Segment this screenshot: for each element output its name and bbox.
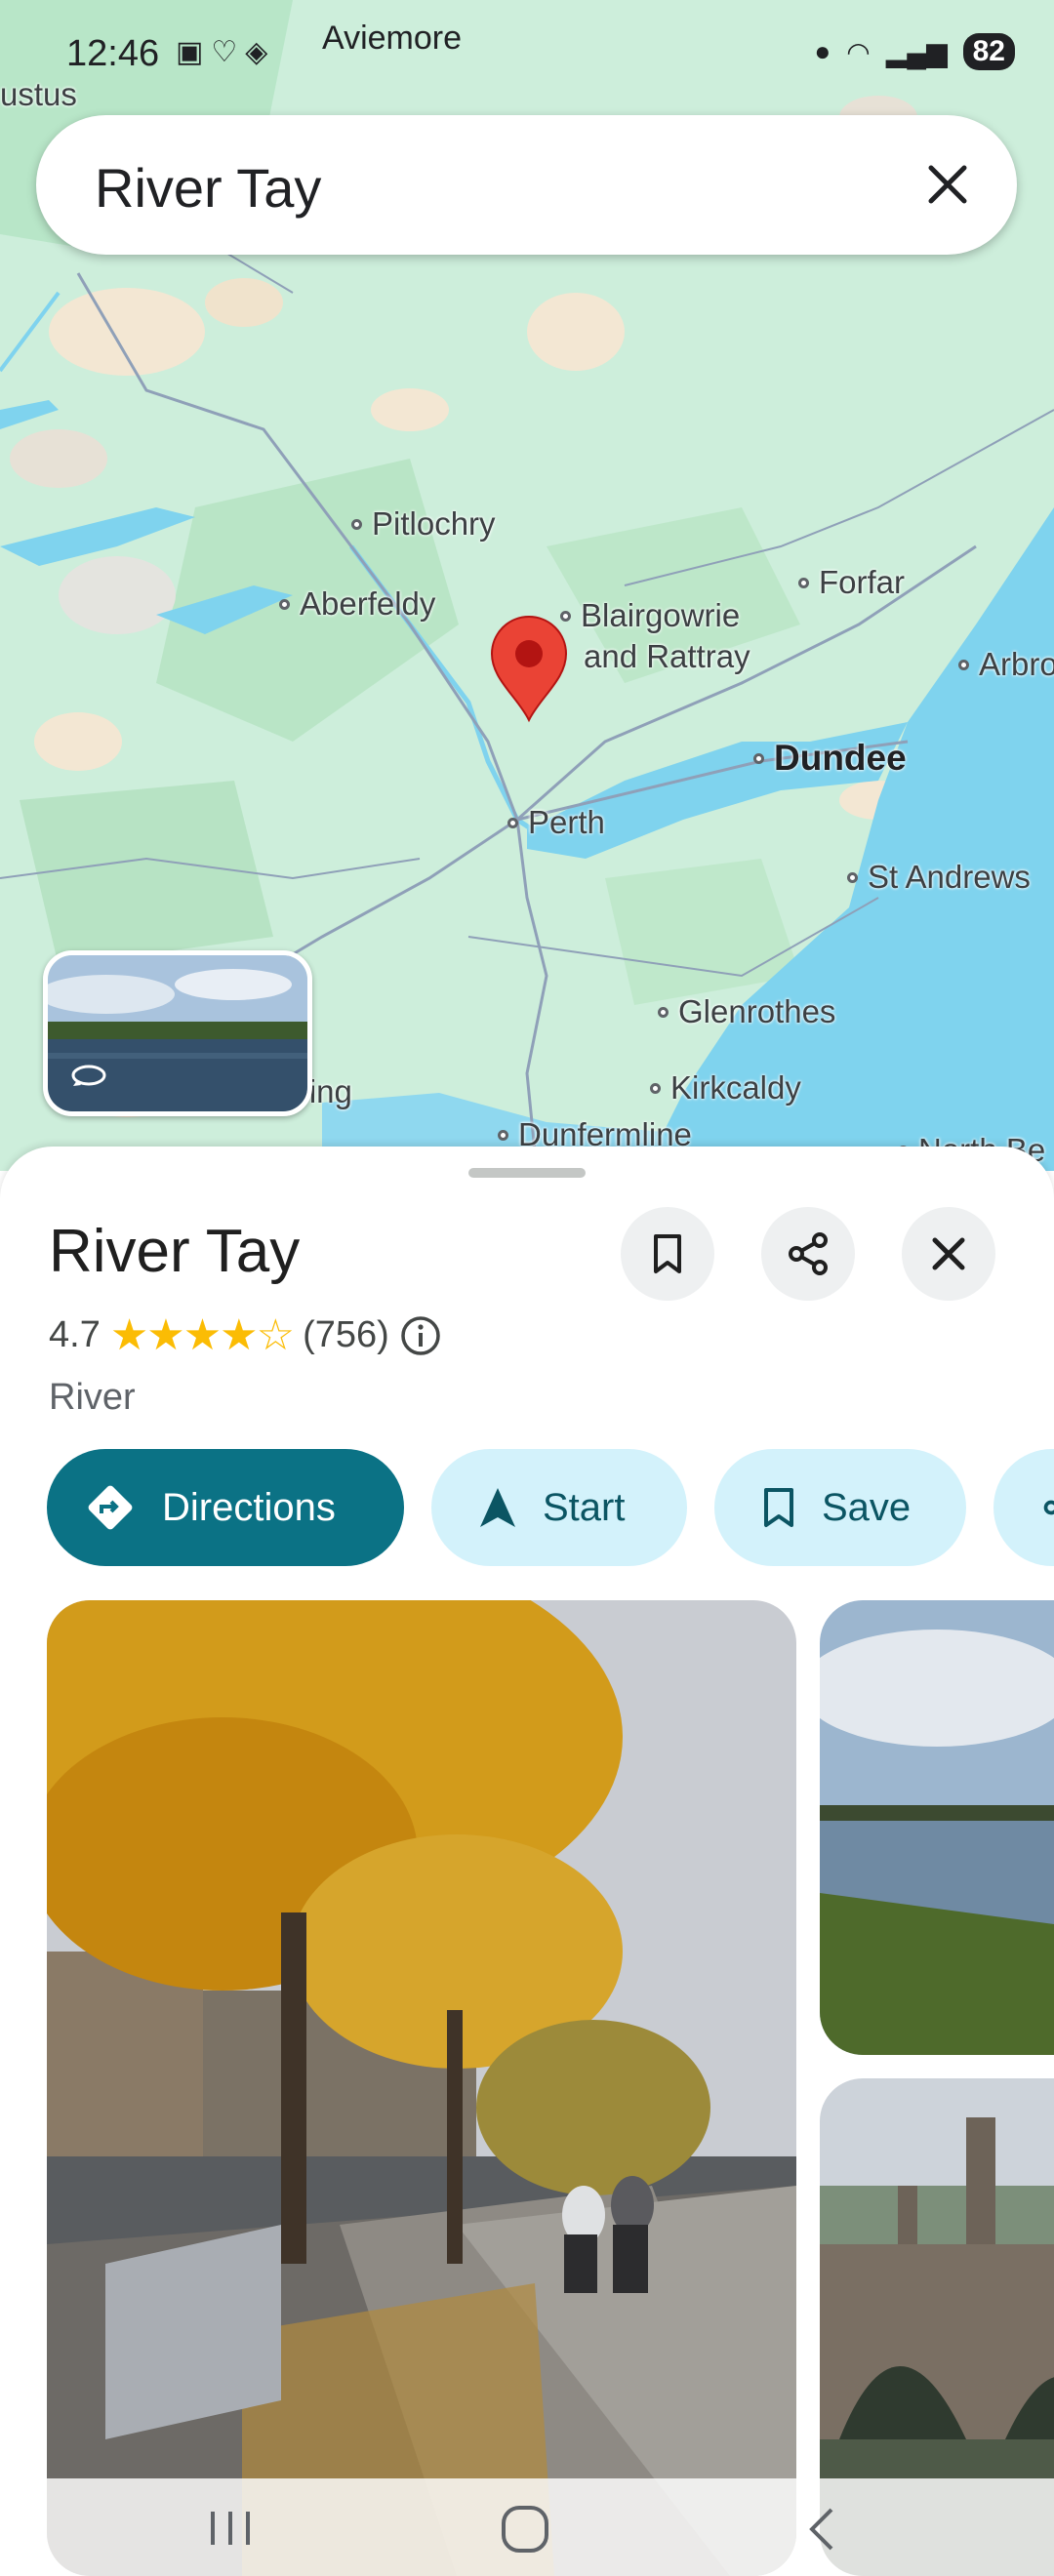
search-bar[interactable]: River Tay xyxy=(36,115,1017,255)
recent-apps-icon[interactable] xyxy=(203,2504,258,2551)
status-bar: 12:46 ▣ ♡ ◈ Aviemore ● ◠ ▂▄▆ 82 xyxy=(0,0,1054,107)
back-icon[interactable] xyxy=(800,2504,847,2555)
town-dot xyxy=(798,577,809,588)
review-count: (756) xyxy=(303,1314,389,1355)
town-dot xyxy=(351,518,362,530)
status-time: 12:46 xyxy=(66,33,160,74)
town-dot xyxy=(958,659,969,670)
town-dot xyxy=(279,598,290,610)
town-dot xyxy=(658,1006,669,1018)
save-button[interactable]: Save xyxy=(714,1449,966,1566)
map-label-kirkcaldy: Kirkcaldy xyxy=(650,1069,801,1107)
place-details-sheet: River Tay 4.7 ★★★★☆ (756) River Directio… xyxy=(0,1147,1054,2576)
rating-row[interactable]: 4.7 ★★★★☆ (756) xyxy=(49,1310,442,1360)
place-category: River xyxy=(49,1377,136,1418)
town-dot xyxy=(847,871,858,883)
info-icon[interactable] xyxy=(399,1314,442,1357)
place-title: River Tay xyxy=(49,1218,301,1285)
directions-button[interactable]: Directions xyxy=(47,1449,404,1566)
street-view-thumbnail[interactable] xyxy=(43,950,312,1116)
location-pin-icon[interactable] xyxy=(488,615,570,724)
wifi-icon: ◠ xyxy=(846,36,871,67)
bookmark-icon xyxy=(654,1234,681,1273)
clear-search-icon[interactable] xyxy=(919,156,976,213)
signal-icon: ▂▄▆ xyxy=(885,36,948,67)
save-label: Save xyxy=(822,1485,912,1529)
map-label-st-andrews: St Andrews xyxy=(847,859,1031,896)
place-photo-main[interactable] xyxy=(47,1600,796,2576)
map-label-pitlochry: Pitlochry xyxy=(351,505,496,543)
status-location-label: Aviemore xyxy=(322,20,462,57)
share-icon xyxy=(789,1232,828,1275)
search-query[interactable]: River Tay xyxy=(95,156,321,220)
start-button[interactable]: Start xyxy=(431,1449,687,1566)
close-icon xyxy=(932,1237,965,1270)
map-label-dundee: Dundee xyxy=(753,738,907,779)
close-sheet-button[interactable] xyxy=(902,1207,995,1301)
map-label-glenrothes: Glenrothes xyxy=(658,993,835,1030)
directions-icon xyxy=(88,1485,133,1530)
city-dot xyxy=(753,752,764,764)
screenshot-icon: ▣ xyxy=(176,36,204,68)
rating-value: 4.7 xyxy=(49,1314,101,1355)
autumn-riverside-photo xyxy=(47,1600,796,2576)
share-button[interactable] xyxy=(761,1207,855,1301)
home-icon[interactable] xyxy=(498,2502,552,2556)
directions-label: Directions xyxy=(162,1485,336,1529)
map-label-blairgowrie: Blairgowrie xyxy=(560,597,740,634)
rotate-360-icon xyxy=(71,1065,106,1086)
status-right: ● ◠ ▂▄▆ 82 xyxy=(814,33,1015,70)
start-label: Start xyxy=(543,1485,626,1529)
rating-stars: ★★★★☆ xyxy=(109,1311,295,1359)
town-dot xyxy=(507,817,518,828)
drag-handle[interactable] xyxy=(468,1168,586,1178)
place-photo-river[interactable] xyxy=(820,1600,1054,2055)
bookmark-button[interactable] xyxy=(621,1207,714,1301)
layers-icon: ◈ xyxy=(245,36,268,68)
system-navigation-bar xyxy=(0,2478,1054,2576)
share-chip-icon xyxy=(1043,1500,1054,1515)
action-chips: Directions Start Save xyxy=(47,1449,1054,1566)
town-dot xyxy=(498,1129,508,1141)
save-bookmark-icon xyxy=(764,1488,793,1527)
river-view-photo xyxy=(820,1600,1054,2055)
map-label-aberfeldy: Aberfeldy xyxy=(279,585,435,623)
battery-indicator: 82 xyxy=(962,33,1015,70)
map-label-perth: Perth xyxy=(507,804,605,841)
navigation-arrow-icon xyxy=(480,1488,515,1527)
map-label-forfar: Forfar xyxy=(798,564,905,601)
map-label-rattray: and Rattray xyxy=(584,638,750,674)
status-icons: ▣ ♡ ◈ xyxy=(176,35,267,69)
share-chip-button[interactable] xyxy=(993,1449,1054,1566)
location-icon: ● xyxy=(814,36,831,66)
map-label-arbroath: Arbro xyxy=(958,646,1054,683)
town-dot xyxy=(650,1082,661,1094)
health-icon: ♡ xyxy=(211,36,238,68)
